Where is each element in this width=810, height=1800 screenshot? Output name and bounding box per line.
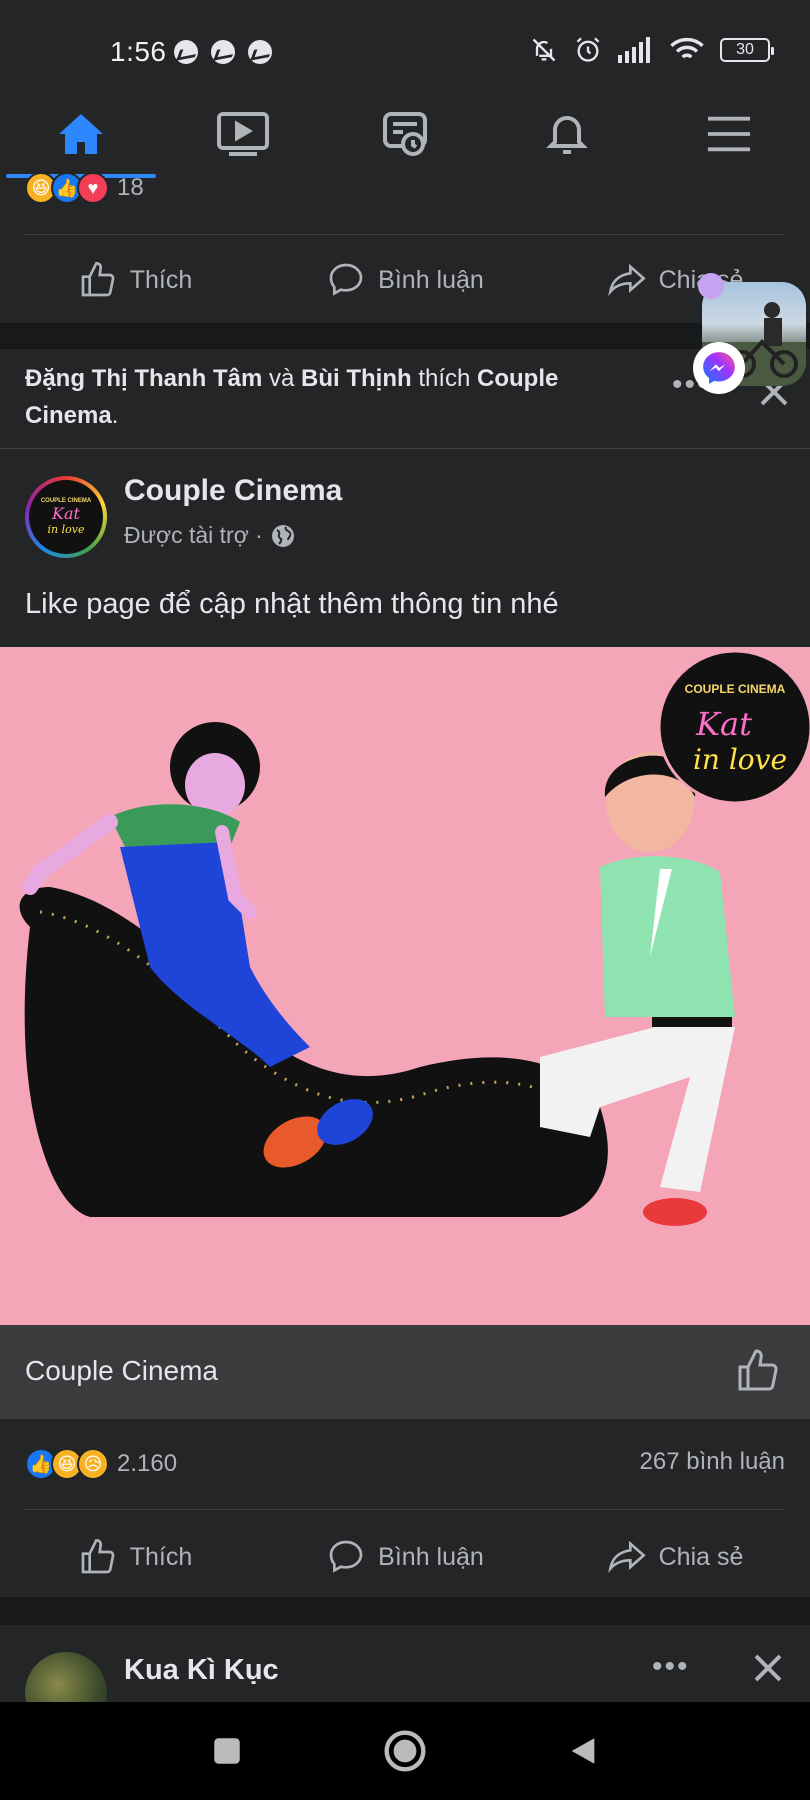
- battery-indicator: 30: [720, 38, 774, 62]
- liked-text: thích: [411, 365, 478, 392]
- close-icon[interactable]: [752, 1652, 784, 1684]
- post-text: Like page để cập nhật thêm thông tin nhé: [25, 588, 559, 620]
- ad-illustration: COUPLE CINEMA Kat in love: [19, 649, 810, 1226]
- ad-logo-line2: in love: [693, 743, 787, 776]
- bell-icon: [546, 116, 588, 154]
- friend-name[interactable]: Đặng Thị Thanh Tâm: [25, 365, 262, 392]
- friends-liked-page-text: Đặng Thị Thanh Tâm và Bùi Thịnh thích Co…: [25, 360, 635, 434]
- logo-line2: in love: [47, 523, 85, 536]
- signal-icon: [618, 37, 650, 63]
- globe-icon: [271, 524, 294, 547]
- love-reaction-icon: ♥: [77, 172, 109, 204]
- share-icon: [607, 1540, 646, 1574]
- prev-post-reactions[interactable]: 😆 👍 ♥ 18: [25, 172, 144, 204]
- nav-notifications[interactable]: [486, 90, 648, 178]
- mute-icon: [532, 38, 556, 62]
- ad-footer[interactable]: Couple Cinema: [0, 1325, 810, 1419]
- comments-count[interactable]: 267 bình luận: [640, 1448, 785, 1476]
- messenger-icon: [703, 352, 735, 384]
- boy-belt: [652, 1017, 732, 1027]
- friend-name[interactable]: Bùi Thịnh: [301, 365, 412, 392]
- share-button[interactable]: Chia sẻ: [540, 1517, 810, 1597]
- like-label: Thích: [129, 265, 193, 294]
- video-icon: [217, 112, 269, 156]
- recents-icon[interactable]: [210, 1734, 244, 1768]
- logo-line1: Kat: [52, 504, 80, 523]
- messenger-notification-icon: [211, 40, 235, 64]
- sad-reaction-icon: 😥: [77, 1448, 109, 1480]
- sponsored-text: Được tài trợ ·: [124, 522, 263, 548]
- back-icon[interactable]: [566, 1734, 600, 1768]
- home-icon: [59, 114, 103, 154]
- girl-arm: [22, 814, 118, 895]
- divider: [25, 1509, 785, 1510]
- unread-indicator: [698, 273, 724, 299]
- memories-icon: [383, 112, 427, 156]
- comment-button[interactable]: Bình luận: [270, 1517, 540, 1597]
- prev-post-actions: Thích Bình luận Chia sẻ: [0, 240, 810, 320]
- status-icons: 30: [530, 36, 774, 64]
- wifi-icon: [670, 37, 704, 59]
- author-name[interactable]: Kua Kì Kục: [124, 1654, 279, 1687]
- comment-button[interactable]: Bình luận: [270, 240, 540, 320]
- like-button[interactable]: Thích: [0, 240, 270, 320]
- share-icon: [607, 263, 646, 297]
- boy-shoe: [643, 1198, 707, 1226]
- comment-label: Bình luận: [378, 265, 484, 294]
- like-button[interactable]: Thích: [0, 1517, 270, 1597]
- nav-home[interactable]: [0, 90, 162, 178]
- prev-post-card: 😆 👍 ♥ 18 Thích Bình luận Chia sẻ: [0, 172, 810, 323]
- status-bar: 1:56 30: [0, 0, 810, 90]
- thumbs-up-icon: [81, 1538, 115, 1574]
- menu-icon: [707, 116, 751, 152]
- ad-logo-line1: Kat: [695, 705, 752, 743]
- post-actions: Thích Bình luận Chia sẻ: [0, 1517, 810, 1597]
- home-button-icon[interactable]: [383, 1729, 427, 1773]
- like-label: Thích: [129, 1542, 193, 1571]
- post-separator: [0, 1597, 810, 1625]
- nav-menu[interactable]: [648, 90, 810, 178]
- status-time: 1:56: [110, 36, 167, 67]
- top-nav: [0, 90, 810, 178]
- punctuation: .: [111, 402, 119, 429]
- reaction-count: 18: [117, 174, 144, 201]
- comment-icon: [329, 263, 363, 296]
- thumbs-up-icon: [81, 261, 115, 297]
- messenger-badge: [693, 342, 745, 394]
- nav-watch[interactable]: [162, 90, 324, 178]
- post-reactions[interactable]: 👍 😆 😥 2.160: [25, 1448, 177, 1480]
- ad-image[interactable]: COUPLE CINEMA Kat in love: [0, 647, 810, 1325]
- share-label: Chia sẻ: [658, 1542, 744, 1571]
- divider: [0, 448, 810, 449]
- page-name[interactable]: Couple Cinema: [124, 474, 342, 508]
- more-options-icon[interactable]: •••: [652, 1650, 690, 1684]
- connector-text: và: [262, 365, 302, 392]
- reaction-count: 2.160: [117, 1450, 178, 1477]
- page-avatar[interactable]: COUPLE CINEMA Kat in love: [25, 476, 107, 558]
- comment-icon: [329, 1540, 363, 1573]
- ad-logo-top: COUPLE CINEMA: [685, 682, 786, 696]
- post-separator: [0, 323, 810, 349]
- system-nav-bar: [0, 1702, 810, 1800]
- comment-label: Bình luận: [378, 1542, 484, 1571]
- ad-footer-title: Couple Cinema: [25, 1355, 218, 1386]
- divider: [25, 234, 785, 235]
- messenger-notification-icon: [174, 40, 198, 64]
- nav-memories[interactable]: [324, 90, 486, 178]
- sponsored-label: Được tài trợ ·: [124, 522, 295, 549]
- like-page-button[interactable]: [734, 1347, 782, 1395]
- messenger-notification-icon: [248, 40, 272, 64]
- alarm-icon: [576, 37, 600, 62]
